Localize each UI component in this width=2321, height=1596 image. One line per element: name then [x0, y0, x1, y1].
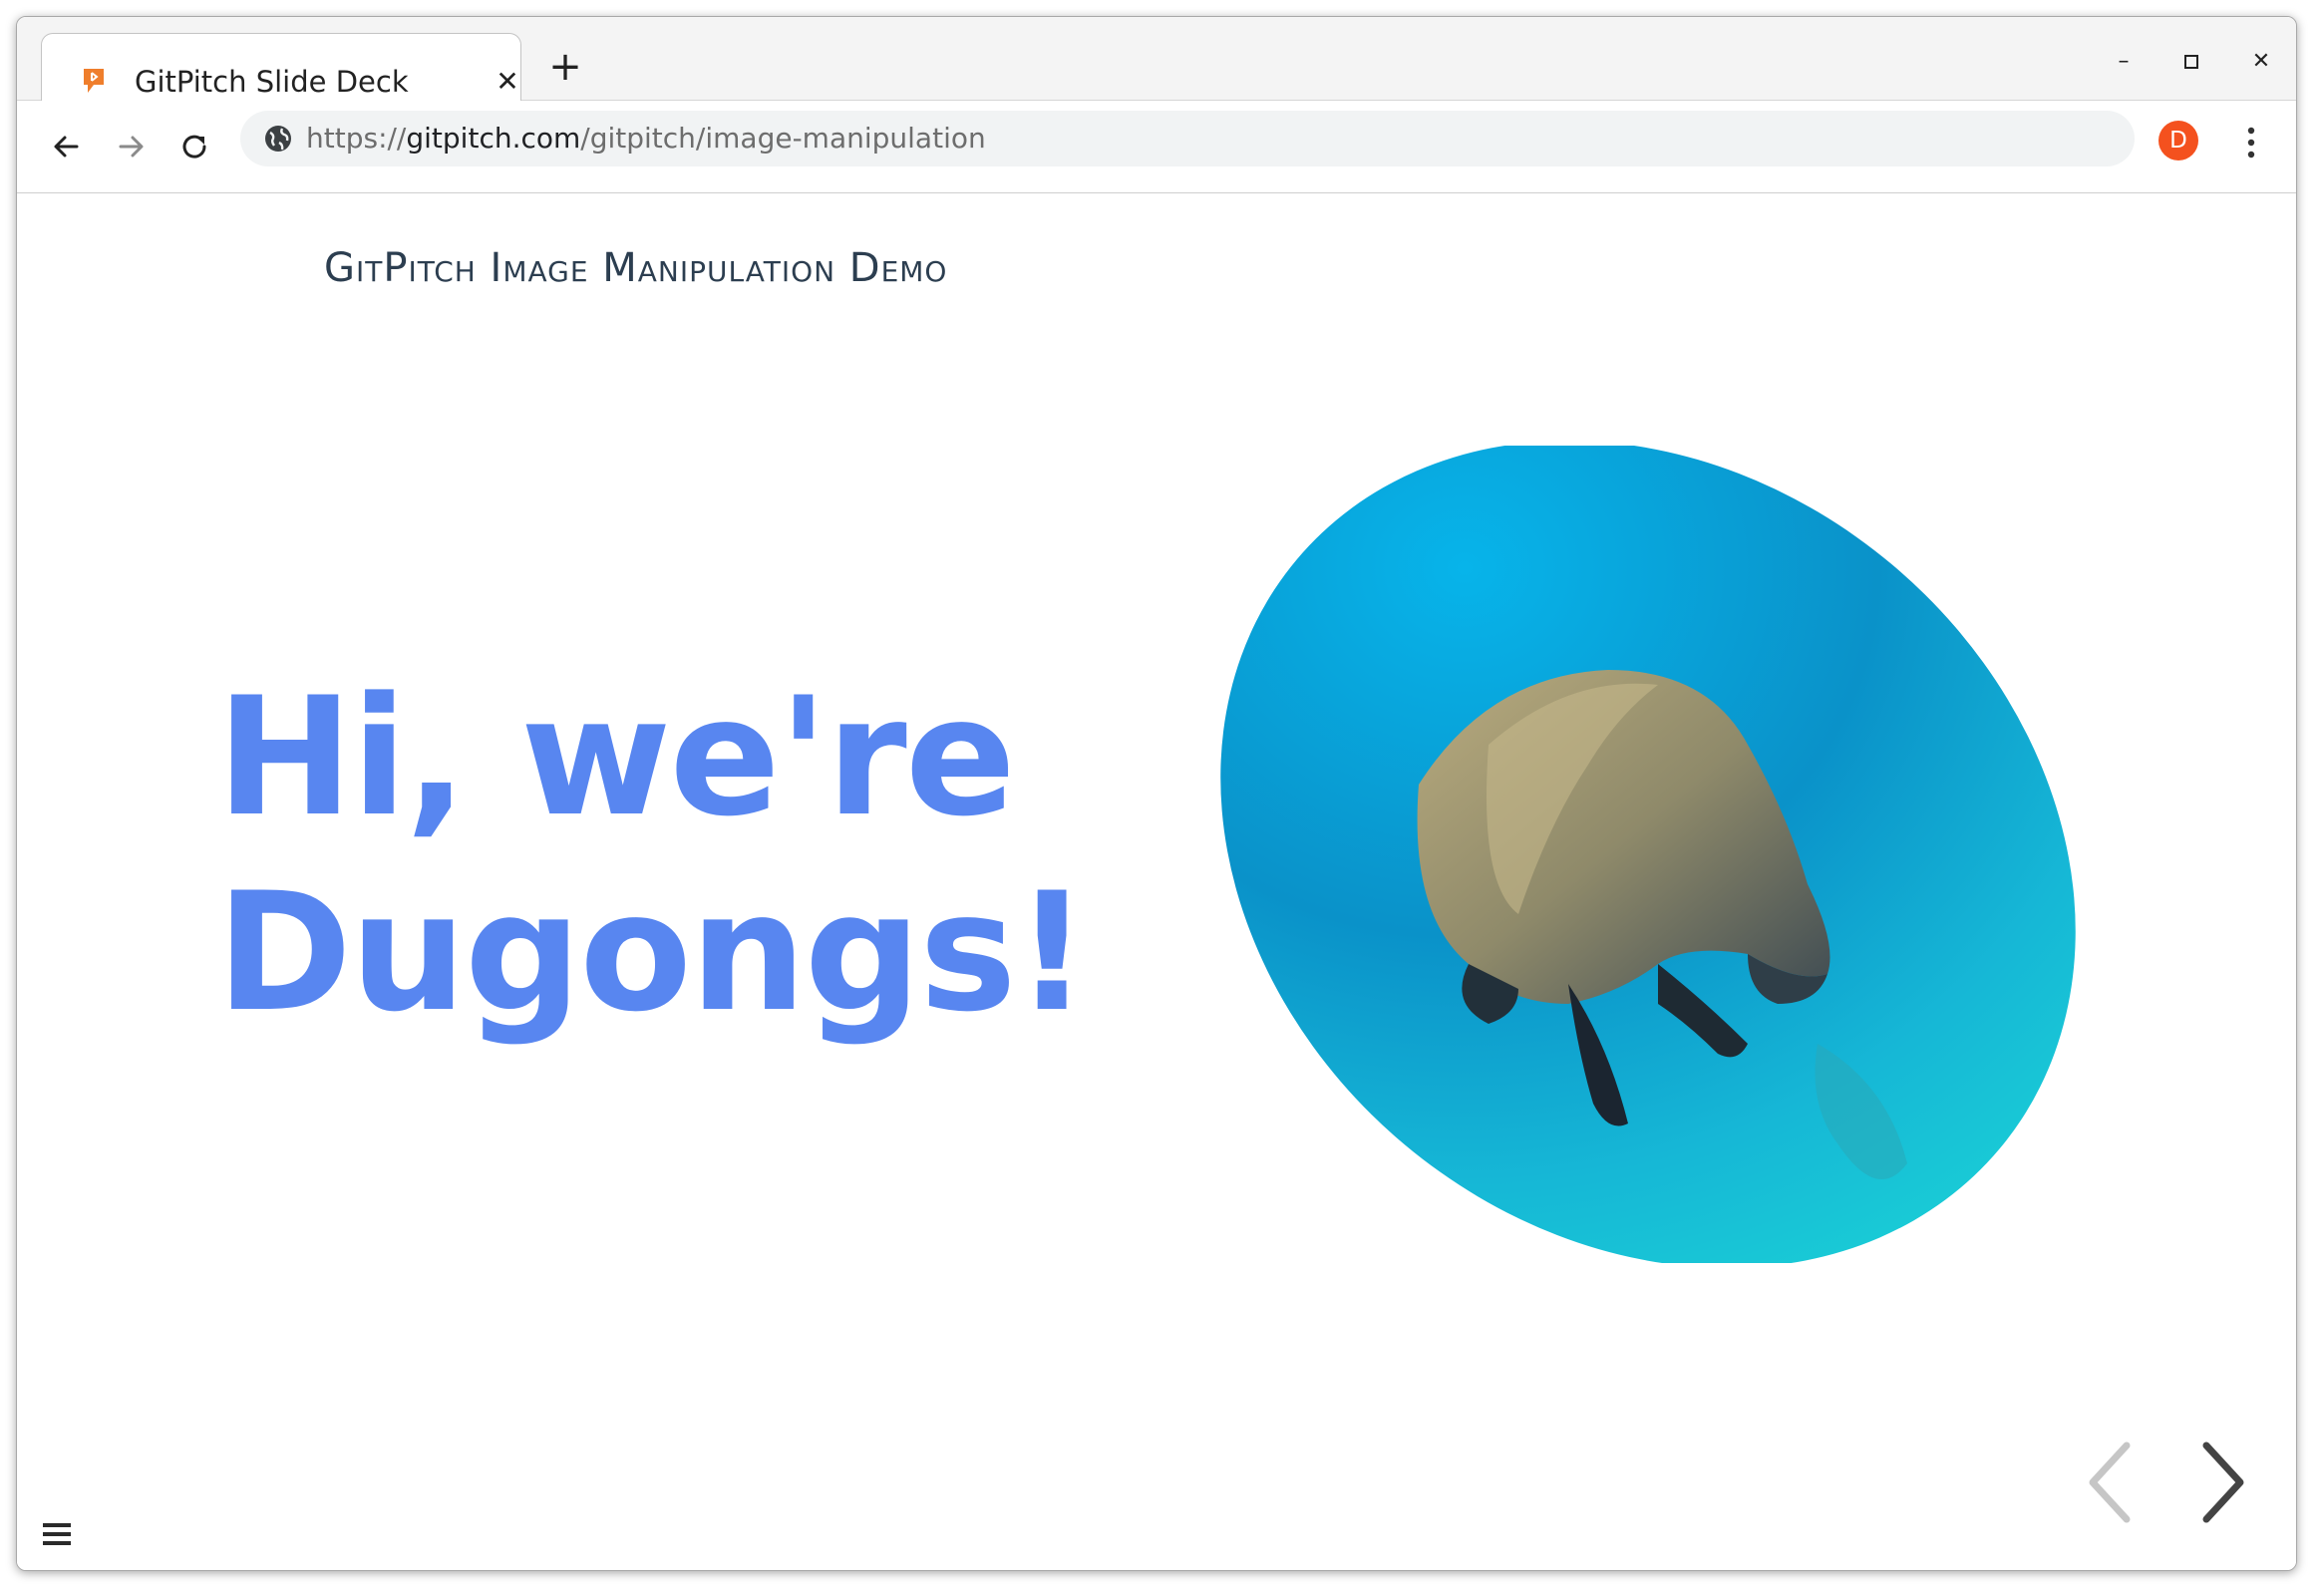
chevron-right-icon[interactable]: [2192, 1437, 2252, 1527]
tab-close-icon[interactable]: ✕: [493, 67, 522, 97]
slide-headline: Hi, we're Dugongs!: [216, 660, 1090, 1051]
profile-avatar[interactable]: D: [2158, 121, 2198, 160]
minimize-button[interactable]: –: [2109, 47, 2139, 77]
slide-title: GitPitch Image Manipulation Demo: [324, 245, 948, 291]
dugong-photo: [1189, 446, 2107, 1263]
forward-arrow-icon[interactable]: [111, 127, 151, 166]
headline-line-2: Dugongs!: [216, 857, 1090, 1048]
gitpitch-favicon-icon: [84, 69, 104, 93]
headline-line-1: Hi, we're: [216, 662, 1016, 852]
hamburger-menu-icon[interactable]: [41, 1519, 73, 1549]
globe-icon[interactable]: [262, 123, 294, 155]
address-bar[interactable]: https://gitpitch.com/gitpitch/image-mani…: [240, 111, 2135, 166]
slide-viewport: GitPitch Image Manipulation Demo Hi, we'…: [17, 193, 2296, 1570]
url-scheme: https://: [306, 122, 407, 155]
window-close-button[interactable]: ✕: [2246, 47, 2276, 77]
browser-window: GitPitch Slide Deck ✕ + – ✕ https://gitp…: [16, 16, 2297, 1571]
new-tab-button[interactable]: +: [548, 47, 582, 87]
chevron-left-icon[interactable]: [2081, 1437, 2141, 1527]
url-domain: gitpitch.com: [406, 122, 581, 155]
browser-toolbar: https://gitpitch.com/gitpitch/image-mani…: [17, 101, 2296, 193]
back-arrow-icon[interactable]: [47, 127, 87, 166]
url-text: https://gitpitch.com/gitpitch/image-mani…: [306, 121, 986, 157]
tab-title: GitPitch Slide Deck: [135, 65, 409, 99]
browser-tab[interactable]: GitPitch Slide Deck ✕: [41, 33, 521, 102]
maximize-button[interactable]: [2176, 47, 2206, 77]
more-vert-icon[interactable]: [2244, 123, 2258, 162]
url-path: /gitpitch/image-manipulation: [580, 122, 986, 155]
tab-strip: GitPitch Slide Deck ✕ + – ✕: [17, 17, 2296, 102]
reload-icon[interactable]: [174, 127, 214, 166]
